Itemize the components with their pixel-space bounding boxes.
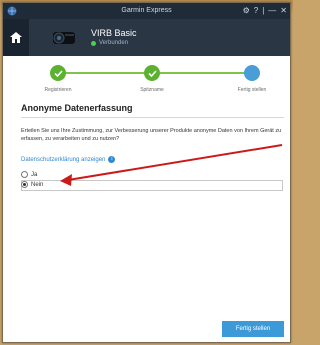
window-controls: ⚙ ? | — ✕ [243, 3, 287, 19]
device-name: VIRB Basic [91, 28, 137, 38]
option-no-focus-box [21, 180, 283, 191]
info-icon: i [108, 156, 116, 163]
radio-no[interactable] [21, 181, 28, 188]
option-no[interactable]: Nein [21, 181, 43, 188]
title-bar: Garmin Express ⚙ ? | — ✕ [3, 3, 290, 19]
page-heading: Anonyme Datenerfassung [21, 103, 133, 113]
option-yes-label: Ja [31, 171, 38, 178]
step-label: Spitzname [140, 87, 164, 93]
device-header: VIRB Basic Verbunden [3, 19, 290, 56]
step-2-indicator [144, 65, 160, 81]
settings-icon[interactable]: ⚙ [243, 3, 250, 19]
step-connector [58, 72, 144, 74]
checkmark-icon [147, 69, 157, 77]
consent-description: Erteilen Sie uns Ihre Zustimmung, zur Ve… [21, 128, 282, 142]
divider [21, 117, 284, 118]
help-icon[interactable]: ? [254, 3, 258, 19]
privacy-policy-link[interactable]: Datenschutzerklärung anzeigen i [21, 156, 116, 163]
radio-yes[interactable] [21, 171, 28, 178]
close-button[interactable]: ✕ [280, 3, 287, 19]
separator: | [262, 6, 265, 15]
garmin-express-window: Garmin Express ⚙ ? | — ✕ VIRB Basic Verb… [2, 2, 291, 343]
privacy-link-label[interactable]: Datenschutzerklärung anzeigen [21, 157, 105, 163]
step-3-indicator [244, 65, 260, 81]
step-label: Registrieren [44, 87, 72, 93]
checkmark-icon [53, 69, 63, 77]
progress-steps: Registrieren Spitzname Fertig stellen [3, 56, 290, 100]
connected-indicator-icon [91, 40, 96, 46]
step-label: Fertig stellen [237, 87, 267, 93]
device-status: Verbunden [91, 40, 128, 46]
option-no-label: Nein [31, 181, 44, 188]
step-connector [160, 72, 246, 74]
home-button[interactable] [3, 19, 29, 56]
device-status-text: Verbunden [99, 40, 129, 46]
minimize-button[interactable]: — [268, 3, 276, 19]
option-yes[interactable]: Ja [21, 171, 37, 178]
virb-camera-icon [53, 32, 75, 44]
home-icon [10, 32, 22, 43]
step-1-indicator [50, 65, 66, 81]
finish-button[interactable]: Fertig stellen [222, 321, 284, 337]
